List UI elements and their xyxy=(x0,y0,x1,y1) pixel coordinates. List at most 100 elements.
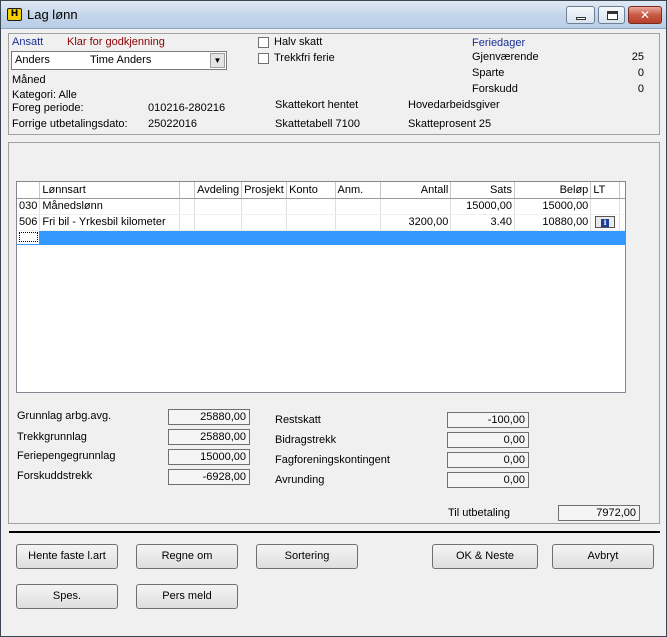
new-row-lt[interactable] xyxy=(590,230,620,245)
payout-label: Til utbetaling xyxy=(448,507,510,519)
row-name[interactable]: Fri bil - Yrkesbil kilometer xyxy=(39,214,181,231)
row-anm[interactable] xyxy=(335,214,381,231)
summary-value-restskatt: -100,00 xyxy=(447,412,529,428)
table-row-new[interactable] xyxy=(17,230,625,245)
half-tax-label: Halv skatt xyxy=(274,36,323,48)
period-type: Måned xyxy=(12,74,46,86)
new-row-code[interactable] xyxy=(17,230,41,245)
summary-value-grunnlag: 25880,00 xyxy=(168,409,250,425)
employee-label: Ansatt xyxy=(12,36,44,48)
employee-select-value: Anders xyxy=(15,54,50,66)
new-row-belop[interactable] xyxy=(514,230,592,245)
row-lt[interactable] xyxy=(590,198,620,215)
new-row-sats[interactable] xyxy=(450,230,515,245)
col-header-prosjekt[interactable]: Prosjekt xyxy=(241,182,288,199)
row-konto[interactable] xyxy=(286,198,336,215)
row-prosjekt[interactable] xyxy=(241,198,288,215)
summary-value-avrunding: 0,00 xyxy=(447,472,529,488)
row-antall[interactable] xyxy=(380,198,452,215)
window-title: Lag lønn xyxy=(27,7,78,22)
prev-payout-value: 25022016 xyxy=(148,118,197,130)
holiday-saved-label: Sparte xyxy=(472,67,505,79)
maximize-button[interactable] xyxy=(598,6,625,24)
row-belop[interactable]: 15000,00 xyxy=(514,198,592,215)
summary-label-grunnlag: Grunnlag arbg.avg. xyxy=(17,410,112,422)
new-row-antall[interactable] xyxy=(380,230,452,245)
row-avdeling[interactable] xyxy=(194,214,243,231)
new-row-prosjekt[interactable] xyxy=(241,230,288,245)
row-prosjekt[interactable] xyxy=(241,214,288,231)
col-header-konto[interactable]: Konto xyxy=(286,182,336,199)
row-sats[interactable]: 3.40 xyxy=(450,214,515,231)
row-konto[interactable] xyxy=(286,214,336,231)
col-header-lonnsart[interactable]: Lønnsart xyxy=(39,182,181,199)
summary-label-forskuddstrekk: Forskuddstrekk xyxy=(17,470,93,482)
sort-button[interactable]: Sortering xyxy=(256,544,358,569)
ok-next-button[interactable]: OK & Neste xyxy=(432,544,538,569)
row-filler xyxy=(619,198,625,215)
prev-period-label: Foreg periode: xyxy=(12,102,84,114)
holiday-remaining-value: 25 xyxy=(631,51,644,63)
holiday-remaining-label: Gjenværende xyxy=(472,51,539,63)
row-anm[interactable] xyxy=(335,198,381,215)
row-avdeling[interactable] xyxy=(194,198,243,215)
row-antall[interactable]: 3200,00 xyxy=(380,214,452,231)
col-header-antall[interactable]: Antall xyxy=(380,182,452,199)
summary-value-feriepenger: 15000,00 xyxy=(168,449,250,465)
cancel-button[interactable]: Avbryt xyxy=(552,544,654,569)
col-header-anm[interactable]: Anm. xyxy=(335,182,381,199)
info-icon: i xyxy=(601,219,610,228)
info-button[interactable]: i xyxy=(595,216,616,229)
holiday-title: Feriedager xyxy=(472,37,526,49)
salary-lines-grid[interactable]: Lønnsart Avdeling Prosjekt Konto Anm. An… xyxy=(16,181,626,393)
col-header-belop[interactable]: Beløp xyxy=(514,182,592,199)
row-name[interactable]: Månedslønn xyxy=(39,198,181,215)
summary-label-fagforening: Fagforeningskontingent xyxy=(275,454,390,466)
prev-period-value: 010216-280216 xyxy=(148,102,226,114)
row-code[interactable]: 030 xyxy=(17,198,41,215)
minimize-icon xyxy=(576,17,586,20)
spec-button[interactable]: Spes. xyxy=(16,584,118,609)
col-header-filler xyxy=(619,182,625,199)
row-code[interactable]: 506 xyxy=(17,214,41,231)
half-tax-checkbox[interactable] xyxy=(258,37,269,48)
maximize-icon xyxy=(607,11,618,20)
category-text: Kategori: Alle xyxy=(12,89,77,101)
row-blank[interactable] xyxy=(179,198,196,215)
pers-message-button[interactable]: Pers meld xyxy=(136,584,238,609)
summary-value-bidragstrekk: 0,00 xyxy=(447,432,529,448)
fetch-fixed-lines-button[interactable]: Hente faste l.art xyxy=(16,544,118,569)
chevron-down-icon[interactable]: ▼ xyxy=(210,53,225,68)
recalculate-button[interactable]: Regne om xyxy=(136,544,238,569)
tax-percent: Skatteprosent 25 xyxy=(408,118,492,130)
status-text: Klar for godkjenning xyxy=(67,36,165,48)
new-row-avdeling[interactable] xyxy=(194,230,243,245)
row-belop[interactable]: 10880,00 xyxy=(514,214,592,231)
summary-label-bidragstrekk: Bidragstrekk xyxy=(275,434,337,446)
tax-table: Skattetabell 7100 xyxy=(275,118,361,130)
trekkfri-checkbox[interactable] xyxy=(258,53,269,64)
row-lt[interactable]: i xyxy=(590,214,620,231)
table-row[interactable]: 506 Fri bil - Yrkesbil kilometer 3200,00… xyxy=(17,214,625,231)
new-row-name[interactable] xyxy=(39,230,181,245)
new-row-anm[interactable] xyxy=(335,230,381,245)
employee-select[interactable]: Anders Time Anders ▼ xyxy=(11,51,227,70)
employer-type: Hovedarbeidsgiver xyxy=(408,99,500,111)
col-header-code[interactable] xyxy=(17,182,41,199)
minimize-button[interactable] xyxy=(566,6,595,24)
new-row-blank[interactable] xyxy=(179,230,196,245)
col-header-avdeling[interactable]: Avdeling xyxy=(194,182,243,199)
table-row[interactable]: 030 Månedslønn 15000,00 15000,00 xyxy=(17,198,625,215)
row-blank[interactable] xyxy=(179,214,196,231)
divider xyxy=(9,531,660,533)
close-button[interactable]: ✕ xyxy=(628,6,662,24)
row-sats[interactable]: 15000,00 xyxy=(450,198,515,215)
col-header-blank[interactable] xyxy=(179,182,196,199)
trekkfri-label: Trekkfri ferie xyxy=(274,52,335,64)
col-header-lt[interactable]: LT xyxy=(590,182,620,199)
new-row-konto[interactable] xyxy=(286,230,336,245)
title-bar[interactable]: H Lag lønn ✕ xyxy=(1,1,666,29)
col-header-sats[interactable]: Sats xyxy=(450,182,515,199)
summary-label-avrunding: Avrunding xyxy=(275,474,325,486)
holiday-saved-value: 0 xyxy=(637,67,644,79)
